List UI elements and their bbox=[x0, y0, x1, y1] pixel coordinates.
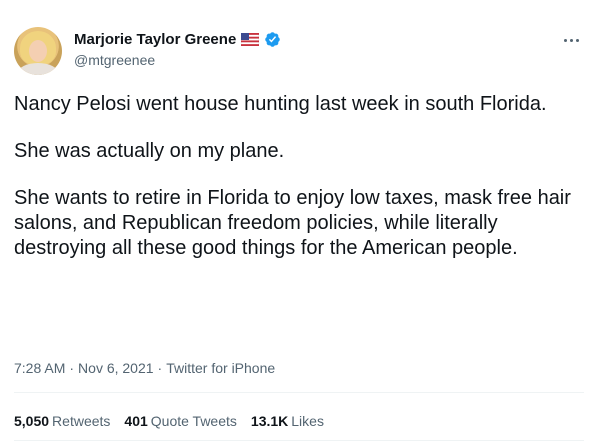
retweets-label: Retweets bbox=[52, 413, 111, 429]
quote-tweets-count: 401 bbox=[124, 413, 148, 429]
likes-count: 13.1K bbox=[250, 413, 289, 429]
tweet-source[interactable]: Twitter for iPhone bbox=[166, 360, 275, 376]
retweets-stat[interactable]: 5,050 Retweets bbox=[14, 413, 110, 429]
author-handle[interactable]: @mtgreenee bbox=[74, 52, 155, 68]
likes-stat[interactable]: 13.1K Likes bbox=[251, 413, 324, 429]
tweet-paragraph: Nancy Pelosi went house hunting last wee… bbox=[14, 93, 547, 115]
display-name[interactable]: Marjorie Taylor Greene bbox=[74, 31, 236, 48]
us-flag-icon bbox=[241, 33, 260, 46]
verified-badge-icon bbox=[265, 32, 281, 47]
retweets-count: 5,050 bbox=[14, 413, 50, 429]
tweet-text: Nancy Pelosi went house hunting last wee… bbox=[14, 92, 584, 261]
tweet-metadata: 7:28 AM · Nov 6, 2021 · Twitter for iPhone bbox=[14, 360, 276, 376]
quote-tweets-label: Quote Tweets bbox=[150, 413, 237, 429]
more-options-icon[interactable] bbox=[560, 30, 582, 50]
quote-tweets-stat[interactable]: 401 Quote Tweets bbox=[124, 413, 237, 429]
tweet-card: Marjorie Taylor Greene @mtgreenee Nancy … bbox=[0, 0, 598, 441]
tweet-time[interactable]: 7:28 AM bbox=[14, 360, 65, 376]
likes-label: Likes bbox=[291, 413, 324, 429]
avatar[interactable] bbox=[14, 27, 62, 75]
tweet-date[interactable]: Nov 6, 2021 bbox=[78, 360, 154, 376]
author-name-row: Marjorie Taylor Greene bbox=[74, 31, 281, 48]
tweet-paragraph: She was actually on my plane. bbox=[14, 140, 285, 162]
tweet-paragraph: She wants to retire in Florida to enjoy … bbox=[14, 187, 571, 259]
divider bbox=[14, 392, 584, 393]
engagement-stats: 5,050 Retweets 401 Quote Tweets 13.1K Likes bbox=[14, 413, 324, 429]
